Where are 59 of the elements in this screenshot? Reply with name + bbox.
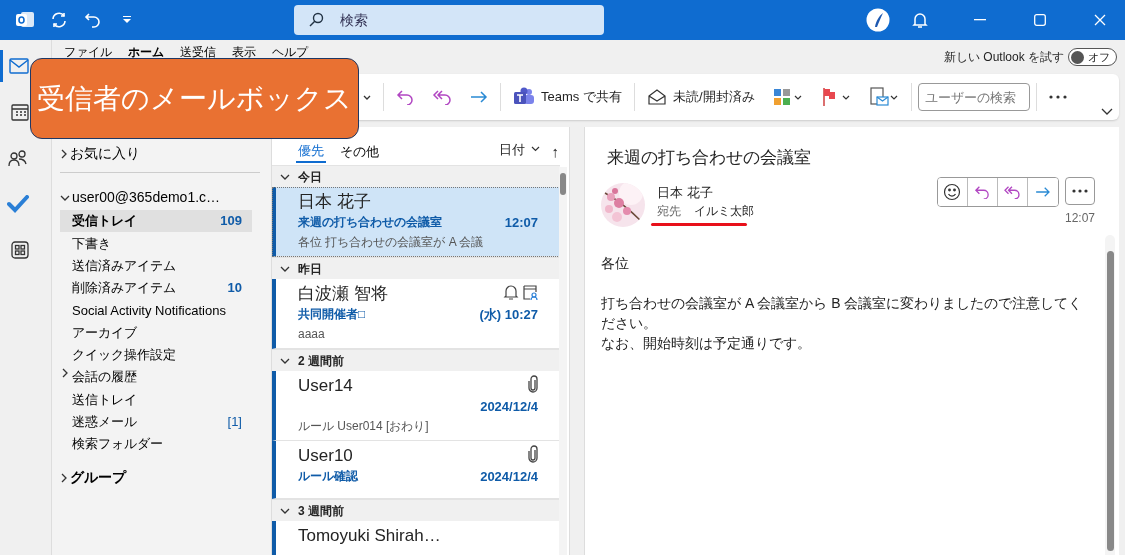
folder-item[interactable]: 削除済みアイテム 10 — [60, 276, 252, 300]
sort-by-date-button[interactable]: 日付 — [492, 135, 546, 163]
folder-header[interactable]: user00@365demo1.c… — [60, 185, 221, 210]
expand-chevron-icon[interactable] — [61, 368, 69, 379]
chevron-icon — [280, 264, 290, 273]
teams-share-button[interactable]: Teams で共有 — [507, 83, 628, 111]
chevron-icon — [280, 172, 290, 181]
profile-avatar-icon[interactable] — [866, 8, 890, 32]
ribbon-tab[interactable]: ヘルプ — [264, 45, 316, 59]
paperclip-icon — [528, 375, 538, 393]
search-box[interactable]: 検索 — [294, 5, 604, 35]
folder-header[interactable]: グループ — [60, 465, 126, 491]
folder-item[interactable]: 下書き — [60, 232, 252, 255]
sort-direction-icon[interactable]: ↑ — [551, 140, 559, 163]
message-body: 各位 打ち合わせの会議室が A 会議室から B 会議室に変わりましたので注意してください。 なお、開始時刻は予定通りです。 — [601, 253, 1084, 353]
message-subject: 来週の打ち合わせの会議室 — [607, 147, 812, 169]
ribbon-tab[interactable]: ホーム — [120, 45, 172, 59]
group-header[interactable]: 2 週間前 — [272, 349, 560, 371]
caret-icon — [530, 146, 540, 153]
people-search-field[interactable]: ユーザーの検索 — [917, 83, 1030, 111]
folder-item[interactable]: 送信トレイ — [60, 388, 252, 411]
message-item[interactable]: 日本 花子 来週の打ち合わせの会議室 12:07 各位 打ち合わせの会議室が A 会議 — [272, 187, 560, 257]
read-unread-button[interactable]: 未読/開封済み — [640, 83, 761, 111]
folder-item[interactable]: 送信済みアイテム — [60, 254, 252, 277]
ribbon-tab[interactable]: 送受信 — [172, 45, 224, 59]
group-header[interactable]: 今日 — [272, 165, 560, 187]
sender-name: 日本 花子 — [657, 183, 714, 202]
folder-item[interactable]: 会話の履歴 — [60, 366, 252, 389]
recipient-label: 宛先 — [657, 203, 681, 220]
search-field[interactable]: 検索 — [338, 8, 578, 32]
bell-icon — [502, 283, 519, 301]
folder-item[interactable]: 受信トレイ 109 — [60, 210, 252, 233]
folder-header[interactable]: お気に入り — [60, 141, 140, 166]
chevron-icon — [280, 506, 290, 515]
folder-item[interactable]: クイック操作設定 — [60, 343, 252, 367]
paperclip-icon — [528, 445, 538, 463]
teams-icon — [513, 87, 535, 107]
folder-item[interactable]: Social Activity Notifications — [60, 299, 252, 322]
ribbon-tab[interactable]: ファイル — [56, 45, 120, 59]
chevron-icon — [280, 356, 290, 365]
received-time: 12:07 — [1064, 209, 1095, 227]
toggle-switch[interactable]: オフ — [1068, 48, 1117, 66]
scrollbar[interactable] — [559, 167, 567, 555]
emoji-icon[interactable] — [937, 177, 968, 206]
search-icon — [308, 12, 324, 28]
group-header[interactable]: 昨日 — [272, 257, 560, 279]
calendar-person-icon — [522, 283, 538, 301]
folder-item[interactable]: 検索フォルダー — [60, 432, 252, 456]
ribbon-tab[interactable]: 表示 — [224, 45, 264, 59]
envelope-icon — [646, 89, 667, 105]
folder-item[interactable]: アーカイブ — [60, 321, 252, 344]
try-new-outlook-label: 新しい Outlook を試す — [943, 49, 1064, 66]
group-header[interactable]: 3 週間前 — [272, 499, 560, 521]
recipient-name: イルミ太郎 — [694, 203, 754, 220]
scrollbar[interactable] — [1105, 235, 1115, 555]
inbox-tab[interactable]: 優先 — [296, 142, 326, 163]
callout-label: 受信者のメールボックス — [30, 58, 359, 139]
inbox-tab[interactable]: その他 — [338, 142, 381, 163]
folder-item[interactable]: 迷惑メール [1] — [60, 410, 252, 433]
